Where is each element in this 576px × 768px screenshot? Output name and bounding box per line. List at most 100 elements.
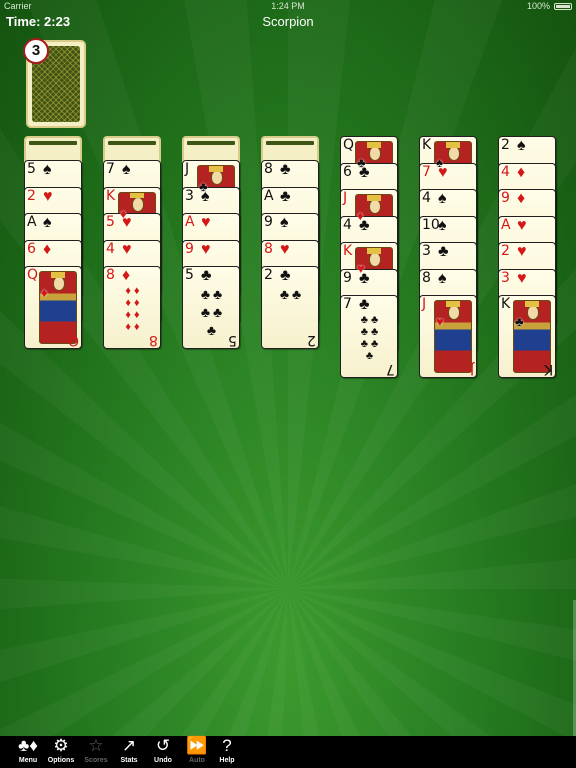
- card-suit-icon: ♣: [438, 243, 449, 260]
- card-rank: 7: [422, 163, 431, 180]
- menu-button[interactable]: ♣♦ Menu: [11, 736, 45, 768]
- card-suit-icon: ♦: [120, 205, 127, 221]
- card-rank: 3: [185, 187, 194, 204]
- card-suit-icon: ♥: [357, 261, 365, 276]
- bottom-toolbar: ♣♦ Menu ⚙ Options ☆ Scores ↗ Stats ↺ Undo ⏩ Auto ? He…: [0, 736, 576, 768]
- playing-card[interactable]: K ♣ K: [498, 295, 556, 378]
- status-bar: Carrier 1:24 PM 100%: [0, 0, 576, 13]
- card-rank: K: [422, 137, 432, 153]
- card-rank: K: [106, 187, 116, 204]
- card-suit-icon: ♦: [517, 190, 526, 207]
- card-suit-icon: ♥: [122, 240, 132, 258]
- card-rank: 5: [185, 267, 194, 283]
- stock-pile[interactable]: 3: [23, 38, 86, 128]
- card-rank: A: [501, 216, 511, 233]
- card-rank: 2: [501, 243, 510, 259]
- card-suit-icon: ♣: [199, 179, 208, 194]
- game-title: Scorpion: [262, 14, 314, 29]
- playing-card[interactable]: 7 ♣ ♣♣ ♣♣ ♣♣ ♣ 7: [340, 295, 398, 378]
- card-rank: A: [185, 214, 195, 230]
- scores-button[interactable]: ☆ Scores: [79, 736, 113, 768]
- card-suit-icon: ♥: [43, 187, 53, 205]
- card-rank: 8: [106, 267, 115, 283]
- card-suit-icon: ♣: [280, 267, 291, 284]
- card-suit-icon: ♠: [43, 214, 52, 231]
- card-suit-icon: ♦: [43, 240, 52, 258]
- card-rank-bottom: 8: [149, 332, 158, 348]
- card-pips: ♣♣ ♣♣ ♣♣ ♣: [360, 314, 382, 362]
- card-suit-icon: ♠: [280, 214, 289, 231]
- card-suit-icon: ♥: [517, 243, 527, 260]
- card-suit-icon: ♥: [517, 269, 527, 287]
- card-rank-bottom: 7: [386, 361, 395, 377]
- options-button[interactable]: ⚙ Options: [44, 736, 78, 768]
- card-rank-bottom: K: [543, 361, 553, 377]
- card-rank: 3: [501, 269, 510, 286]
- playing-card[interactable]: 8 ♦ ♦♦ ♦♦ ♦♦ ♦♦ 8: [103, 266, 161, 349]
- menu-icon: ♣♦: [18, 736, 38, 755]
- card-rank: 8: [264, 161, 273, 177]
- undo-button[interactable]: ↺ Undo: [146, 736, 180, 768]
- card-rank: 9: [264, 214, 273, 230]
- auto-icon: ⏩: [186, 736, 208, 755]
- card-suit-icon: ♦: [41, 285, 48, 300]
- card-rank: J: [422, 296, 427, 312]
- card-rank: 6: [27, 240, 36, 257]
- card-suit-icon: ♠: [122, 161, 131, 178]
- card-suit-icon: ♥: [436, 314, 444, 329]
- card-rank: 2: [501, 137, 510, 153]
- card-suit-icon: ♠: [436, 155, 443, 170]
- card-suit-icon: ♦: [517, 163, 526, 181]
- options-icon: ⚙: [53, 736, 69, 755]
- card-suit-icon: ♠: [438, 216, 447, 234]
- card-suit-icon: ♣: [359, 296, 370, 313]
- card-rank: J: [185, 161, 190, 177]
- undo-label: Undo: [154, 757, 172, 764]
- card-rank: 3: [422, 243, 431, 259]
- clock: 1:24 PM: [271, 1, 305, 11]
- card-suit-icon: ♥: [201, 214, 211, 231]
- card-rank-bottom: Q: [67, 332, 79, 348]
- card-rank: 5: [27, 161, 36, 177]
- card-rank: 2: [27, 187, 36, 204]
- playing-card[interactable]: 2 ♣ ♣♣ 2: [261, 266, 319, 349]
- card-rank: 4: [422, 190, 431, 206]
- help-button[interactable]: ? Help: [210, 736, 244, 768]
- card-rank: 6: [343, 163, 352, 180]
- card-rank: 4: [501, 163, 510, 180]
- card-suit-icon: ♣: [280, 187, 291, 205]
- playing-card[interactable]: Q ♦ Q: [24, 266, 82, 349]
- card-suit-icon: ♠: [43, 161, 52, 178]
- card-suit-icon: ♥: [280, 240, 290, 258]
- battery-icon: [554, 3, 572, 10]
- card-rank-bottom: 2: [307, 332, 316, 348]
- stats-label: Stats: [120, 757, 138, 764]
- card-pips: ♣♣: [279, 286, 305, 302]
- playing-card[interactable]: 5 ♣ ♣♣ ♣♣ ♣ 5: [182, 266, 240, 349]
- card-rank: Q: [27, 267, 39, 283]
- card-rank: 7: [106, 161, 115, 177]
- card-rank: 5: [106, 214, 115, 230]
- undo-icon: ↺: [155, 736, 171, 755]
- card-rank: 8: [422, 269, 431, 286]
- card-rank: K: [501, 296, 511, 312]
- card-rank: 9: [501, 190, 510, 206]
- auto-button[interactable]: ⏩ Auto: [180, 736, 214, 768]
- menu-label: Menu: [18, 757, 38, 764]
- card-rank: 2: [264, 267, 273, 283]
- card-pips: ♦♦ ♦♦ ♦♦ ♦♦: [125, 285, 143, 333]
- auto-label: Auto: [189, 757, 205, 764]
- playing-card[interactable]: J ♥ J: [419, 295, 477, 378]
- card-suit-icon: ♣: [201, 267, 212, 284]
- card-suit-icon: ♠: [438, 190, 447, 207]
- card-suit-icon: ♣: [515, 314, 524, 329]
- card-rank: 7: [343, 296, 352, 312]
- options-label: Options: [47, 757, 75, 764]
- court-card-portrait: [434, 300, 472, 373]
- card-rank: 4: [343, 216, 352, 233]
- card-suit-icon: ♣: [280, 161, 291, 178]
- stats-button[interactable]: ↗ Stats: [112, 736, 146, 768]
- card-suit-icon: ♦: [357, 208, 364, 223]
- card-rank: Q: [343, 137, 355, 153]
- card-suit-icon: ♥: [201, 240, 211, 258]
